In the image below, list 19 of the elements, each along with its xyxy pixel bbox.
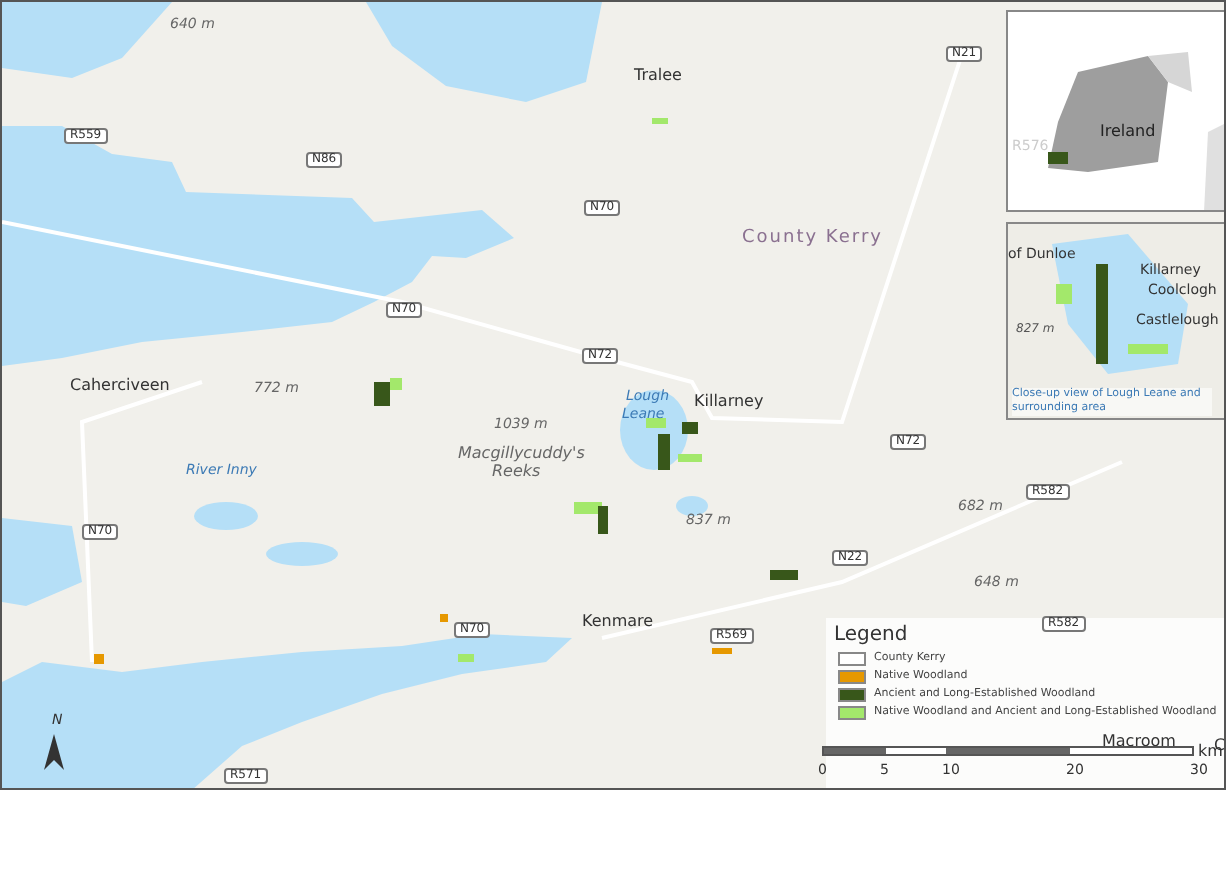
region-label: County Kerry (742, 230, 883, 248)
woodland-patch (440, 614, 448, 622)
woodland-patch (94, 654, 104, 664)
country-label: Ireland (1100, 124, 1156, 140)
mountain-label: Reeks (492, 464, 541, 480)
woodland-patch (770, 570, 798, 580)
woodland-patch (458, 654, 474, 662)
place-label: Killarney (694, 394, 764, 410)
woodland-patch (658, 434, 670, 470)
legend-title: Legend (834, 626, 908, 646)
mountain-label: Macgillycuddy's (458, 446, 585, 462)
woodland-patch (678, 454, 702, 462)
woodland-patch (712, 648, 732, 654)
place-label: Tralee (634, 68, 682, 84)
woodland-patch (652, 118, 668, 124)
place-label: Kenmare (582, 614, 654, 630)
place-label: Caherciveen (70, 378, 170, 394)
north-arrow-icon (44, 734, 64, 770)
place-label: Macroom (1102, 734, 1176, 750)
